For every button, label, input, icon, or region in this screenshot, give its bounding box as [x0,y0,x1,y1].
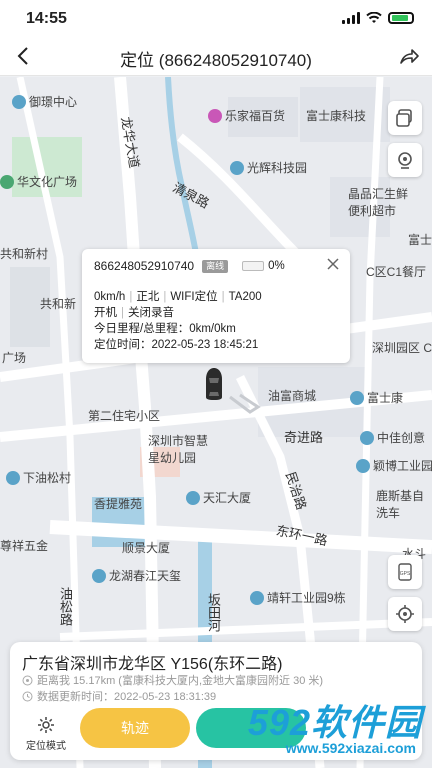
location-pin-icon [22,675,33,685]
svg-text:GPS: GPS [400,571,411,577]
map-label-longhu: 龙湖春江天玺 [92,567,181,584]
target-icon [396,605,414,623]
shopping-bag-icon [208,109,222,123]
map-label-guangchang: 广场 [2,351,27,365]
map-label-lufei: 鹿斯基自 洗车 [376,489,425,520]
car-marker-icon[interactable] [203,367,225,401]
layers-icon [396,109,412,127]
map-label-fushikang-top: 富士康科技 [306,109,367,123]
map-label-fu-right: 富士 [408,233,432,247]
building-icon [356,459,370,473]
close-icon[interactable] [326,257,340,271]
map-label-yingbo: 颖博工业园 [356,457,432,474]
location-time-text: 定位时间：2022-05-23 18:45:21 [94,339,259,351]
building-icon [186,491,200,505]
map-label-huawenhua: 华文化广场 [0,173,77,190]
status-time: 14:55 [26,10,67,27]
distance-text: 距离我 15.17km (富康科技大厦内,金地大富康园附近 30 米) [37,675,324,687]
popup-line1: 0km/h | 正北 | WIFI定位 | TA200 [94,291,262,303]
wifi-icon [366,12,382,23]
camera-button[interactable] [388,143,422,177]
record-text: 关闭录音 [128,307,174,319]
building-icon [360,431,374,445]
map-label-zunxiang: 尊祥五金 [0,539,49,553]
map-label-youxin: 油松路 [58,587,73,626]
location-mode-label: 定位模式 [26,741,66,752]
building-icon [6,471,20,485]
direction-text: 正北 [136,291,160,303]
popup-line2: 开机 | 关闭录音 [94,307,174,319]
layers-button[interactable] [388,101,422,135]
share-icon[interactable] [398,45,420,67]
map-label-dierzhuzhai: 第二住宅小区 [88,409,161,423]
clock-icon [22,691,33,701]
distance-row: 距离我 15.17km (富康科技大厦内,金地大富康园附近 30 米) [22,672,323,688]
address-text: 广东省深圳市龙华区 Y156(东环二路) [22,656,283,673]
map-label-yushu: 御璟中心 [12,93,77,110]
locate-me-button[interactable] [388,597,422,631]
battery-icon [388,12,414,24]
power-text: 开机 [94,307,117,319]
poi-pin-icon [12,95,26,109]
map-label-gonghe: 共和新 [40,297,77,311]
map-label-qijin: 奇进路 [284,430,324,445]
status-bar: 14:55 [0,0,432,38]
watermark: 592软件园 www.592xiazai.com [194,694,426,764]
map-label-guanghui: 光辉科技园 [230,159,307,176]
building-icon [350,391,364,405]
nav-header: 定位 (866248052910740) [0,38,432,76]
map-label-shunjing: 顺景大厦 [122,541,171,555]
map-label-shenzhenyuan: 深圳园区 C [372,341,432,355]
map-label-jingxuan: 靖轩工业园9栋 [250,589,346,606]
map-label-zhihui: 深圳市智慧 星幼儿园 [148,434,209,465]
status-icons [342,12,414,24]
map-label-zhongjia: 中佳创意 [360,429,425,446]
model-text: TA200 [228,291,262,303]
map-label-cc1: C区C1餐厅 [366,265,427,279]
updated-row: 数据更新时间：2022-05-23 18:31:39 [22,688,216,704]
device-info-popup: 866248052910740 离线 0% 0km/h | 正北 | WIFI定位 | TA… [82,249,350,363]
signal-icon [342,12,360,24]
mileage-text: 今日里程/总里程：0km/0km [94,323,236,335]
device-imei: 866248052910740 [94,259,195,273]
park-icon [0,175,14,189]
map-label-bantian: 坂田河 [206,593,221,632]
location-mode-button[interactable]: 定位模式 [18,716,74,752]
settings-icon [38,717,54,733]
watermark-url: www.592xiazai.com [285,740,416,756]
battery-percent: 0% [268,260,285,272]
updated-text: 数据更新时间：2022-05-23 18:31:39 [37,691,217,703]
map-label-xiayousong: 下油松村 [6,469,71,486]
map-label-fushikang-2: 富士康 [350,389,403,406]
building-icon [230,161,244,175]
watermark-brand: 592软件园 [247,702,422,743]
status-badge: 离线 [202,259,229,273]
map-label-pinjing: 晶品汇生鲜 便利超市 [348,187,409,218]
speed-text: 0km/h [94,291,126,303]
map-label-lejiafu: 乐家福百货 [208,107,285,124]
gps-icon: GPS [398,563,412,581]
battery-level-icon [242,261,265,271]
map-label-youfu: 油富商城 [268,389,317,403]
track-button[interactable]: 轨迹 [80,708,190,748]
popup-header: 866248052910740 离线 0% [94,257,338,275]
map-label-xiangti: 香提雅苑 [94,497,143,511]
gps-button[interactable]: GPS [388,555,422,589]
location-type-text: WIFI定位 [170,291,218,303]
building-icon [92,569,106,583]
page-title: 定位 (866248052910740) [120,51,312,70]
map-label-tianhui: 天汇大厦 [186,489,251,506]
building-icon [250,591,264,605]
map-label-gonghe-xincun: 共和新村 [0,247,49,261]
webcam-icon [398,152,412,169]
